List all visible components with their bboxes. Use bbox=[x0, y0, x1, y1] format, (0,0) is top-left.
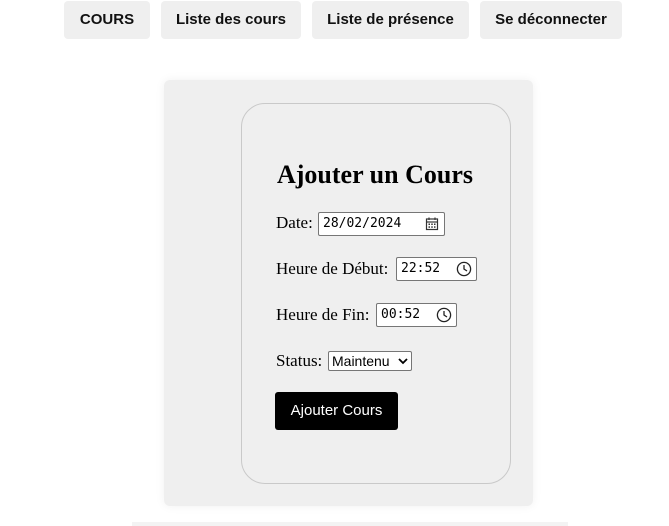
form-title: Ajouter un Cours bbox=[277, 160, 473, 189]
chevron-down-icon bbox=[398, 358, 408, 365]
status-selected-value: Maintenu bbox=[332, 353, 390, 369]
start-time-input[interactable]: 22:52 bbox=[396, 257, 477, 281]
date-input[interactable]: 28/02/2024 bbox=[318, 212, 445, 236]
bottom-divider bbox=[132, 522, 568, 526]
date-value: 28/02/2024 bbox=[323, 216, 402, 231]
calendar-icon[interactable] bbox=[424, 216, 440, 232]
start-time-value: 22:52 bbox=[401, 261, 441, 276]
start-time-label: Heure de Début: bbox=[276, 259, 389, 278]
logout-button[interactable]: Se déconnecter bbox=[480, 1, 622, 39]
status-select[interactable]: Maintenu bbox=[328, 351, 412, 371]
nav-cours-button[interactable]: COURS bbox=[64, 1, 150, 39]
status-label: Status: bbox=[276, 351, 323, 370]
clock-icon[interactable] bbox=[456, 261, 472, 277]
clock-icon[interactable] bbox=[436, 307, 452, 323]
end-time-value: 00:52 bbox=[381, 307, 421, 322]
end-time-label: Heure de Fin: bbox=[276, 305, 370, 324]
end-time-input[interactable]: 00:52 bbox=[376, 303, 457, 327]
nav-course-list-button[interactable]: Liste des cours bbox=[161, 1, 301, 39]
nav-attendance-list-button[interactable]: Liste de présence bbox=[312, 1, 469, 39]
add-course-button[interactable]: Ajouter Cours bbox=[275, 392, 398, 430]
date-label: Date: bbox=[276, 213, 313, 232]
